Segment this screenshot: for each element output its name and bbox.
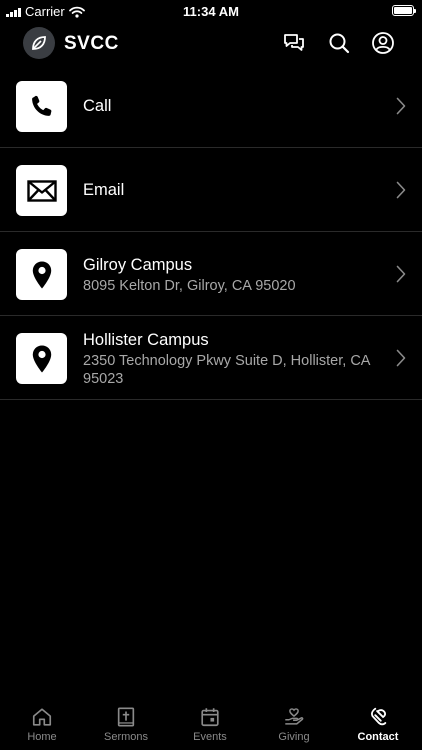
contact-title: Call xyxy=(83,97,112,115)
tab-label: Home xyxy=(27,731,57,743)
tab-label: Sermons xyxy=(103,731,149,743)
brand-title: SVCC xyxy=(64,33,119,54)
phone-icon xyxy=(16,81,67,132)
contact-title: Hollister Campus xyxy=(83,331,209,349)
app-header: SVCC xyxy=(0,24,422,64)
tab-label: Events xyxy=(193,731,227,743)
battery-icon xyxy=(392,5,416,16)
chevron-right-icon xyxy=(396,181,406,199)
giving-hand-icon xyxy=(285,708,304,725)
tab-label: Contact xyxy=(357,731,399,743)
envelope-icon xyxy=(16,165,67,216)
search-icon[interactable] xyxy=(327,31,351,55)
tab-contact[interactable]: Contact xyxy=(336,700,420,750)
contact-title: Gilroy Campus xyxy=(83,256,193,274)
chevron-right-icon xyxy=(396,265,406,283)
contact-address: 2350 Technology Pkwy Suite D, Hollister,… xyxy=(83,353,370,387)
contact-row-gilroy[interactable]: Gilroy Campus 8095 Kelton Dr, Gilroy, CA… xyxy=(0,232,422,316)
contact-address: 8095 Kelton Dr, Gilroy, CA 95020 xyxy=(83,278,296,294)
contact-row-call[interactable]: Call xyxy=(0,64,422,148)
contact-row-hollister[interactable]: Hollister Campus 2350 Technology Pkwy Su… xyxy=(0,316,422,400)
chevron-right-icon xyxy=(396,349,406,367)
location-pin-icon xyxy=(16,333,67,384)
tab-events[interactable]: Events xyxy=(168,700,252,750)
location-pin-icon xyxy=(16,249,67,300)
tab-label: Giving xyxy=(278,731,310,743)
contact-icon xyxy=(371,707,387,726)
contact-list: Call Email Gilroy Campus 8095 Kelton Dr,… xyxy=(0,64,422,400)
contact-title: Email xyxy=(83,181,125,199)
chevron-right-icon xyxy=(396,97,406,115)
calendar-icon xyxy=(201,708,219,727)
account-icon[interactable] xyxy=(371,31,395,55)
home-icon xyxy=(32,708,52,726)
tab-sermons[interactable]: Sermons xyxy=(84,700,168,750)
tab-home[interactable]: Home xyxy=(0,700,84,750)
status-bar: Carrier 11:34 AM xyxy=(0,0,422,22)
logo-icon[interactable] xyxy=(23,27,55,59)
tab-bar: Home Sermons Events Giving Contact xyxy=(0,700,422,750)
tab-giving[interactable]: Giving xyxy=(252,700,336,750)
status-time: 11:34 AM xyxy=(183,4,239,19)
contact-row-email[interactable]: Email xyxy=(0,148,422,232)
chat-icon[interactable] xyxy=(282,31,306,55)
bible-icon xyxy=(117,707,135,727)
